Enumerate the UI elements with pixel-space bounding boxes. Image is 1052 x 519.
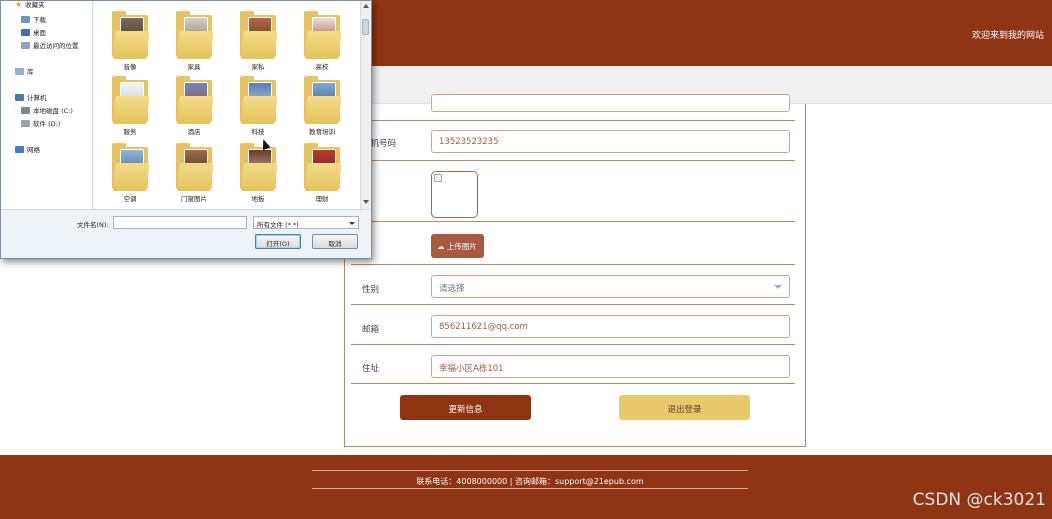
email-field[interactable]: 856211621@qq.com	[431, 315, 790, 338]
form-row-address: 住址 幸福小区A栋101	[351, 345, 795, 384]
filename-input[interactable]	[113, 216, 247, 229]
form-row-avatar	[351, 161, 795, 222]
folder-item[interactable]: 理财	[297, 139, 347, 203]
folder-item[interactable]: 酒店	[169, 72, 219, 136]
folder-item[interactable]: 教育培训	[297, 72, 347, 136]
folder-item[interactable]: 门窗图片	[169, 139, 219, 203]
chevron-down-icon	[349, 222, 355, 225]
folder-icon	[240, 163, 278, 191]
folder-icon	[304, 96, 342, 124]
nav-computer[interactable]: 计算机	[15, 92, 47, 102]
download-folder-icon	[21, 15, 30, 23]
address-label: 住址	[362, 364, 380, 374]
file-open-dialog: ★ 收藏夹 下载 桌面 最近访问的位置 库 计算机 本地磁盘 (C:) 软件 (…	[0, 0, 372, 259]
computer-icon	[15, 93, 24, 101]
avatar-image	[431, 171, 478, 218]
folder-item[interactable]: 空调	[105, 139, 155, 203]
welcome-text: 欢迎来到我的网站	[971, 31, 1044, 41]
folder-icon	[176, 163, 214, 191]
gender-label: 性别	[362, 285, 380, 295]
watermark: CSDN @ck3021	[912, 490, 1046, 510]
nav-drive-d[interactable]: 软件 (D:)	[21, 118, 60, 128]
nav-desktop[interactable]: 桌面	[21, 27, 46, 37]
nav-libraries[interactable]: 库	[15, 66, 34, 76]
folder-icon	[304, 31, 342, 59]
nav-recent[interactable]: 最近访问的位置	[21, 40, 79, 50]
folder-item[interactable]: 音像	[105, 7, 155, 71]
cancel-button[interactable]: 取消	[312, 234, 358, 249]
form-row-phone: 手机号码 13523523235	[351, 121, 795, 161]
nav-favorites[interactable]: ★ 收藏夹	[15, 0, 45, 9]
folder-icon	[112, 163, 150, 191]
form-row-email: 邮箱 856211621@qq.com	[351, 305, 795, 345]
dialog-footer: 文件名(N): 所有文件 (*.*) 打开(O) 取消	[1, 209, 371, 258]
folder-item[interactable]: 科技	[233, 72, 283, 136]
cloud-upload-icon: ☁	[437, 242, 445, 251]
star-icon: ★	[15, 0, 23, 9]
chevron-down-icon	[774, 285, 782, 289]
filename-label: 文件名(N):	[77, 221, 109, 229]
broken-image-icon	[434, 174, 442, 182]
footer-divider-bottom	[312, 488, 748, 489]
email-label: 邮箱	[362, 325, 380, 335]
network-icon	[15, 145, 24, 153]
folder-icon	[112, 31, 150, 59]
folder-item[interactable]: 地板	[233, 139, 283, 203]
folder-item[interactable]: 家私	[233, 7, 283, 71]
top-field[interactable]	[431, 94, 790, 112]
nav-drive-c[interactable]: 本地磁盘 (C:)	[21, 105, 73, 115]
scrollbar-thumb[interactable]	[362, 19, 369, 35]
folder-icon	[112, 96, 150, 124]
upload-button-label: 上传图片	[446, 242, 477, 251]
file-list-scrollbar[interactable]	[360, 1, 370, 209]
folder-icon	[176, 96, 214, 124]
phone-field[interactable]: 13523523235	[431, 130, 790, 153]
drive-icon	[21, 106, 30, 114]
form-row-gender: 性别 请选择	[351, 265, 795, 305]
folder-item[interactable]: 家具	[169, 7, 219, 71]
desktop-icon	[21, 28, 30, 36]
nav-network[interactable]: 网络	[15, 144, 40, 154]
gender-select[interactable]: 请选择	[431, 275, 790, 298]
folder-item[interactable]: 服务	[105, 72, 155, 136]
folder-icon	[240, 96, 278, 124]
open-button[interactable]: 打开(O)	[255, 234, 301, 249]
gender-select-value: 请选择	[439, 284, 465, 294]
footer-contact: 联系电话：4008000000 | 咨询邮箱：support@21epub.co…	[416, 477, 644, 486]
navigation-pane: ★ 收藏夹 下载 桌面 最近访问的位置 库 计算机 本地磁盘 (C:) 软件 (…	[1, 1, 93, 209]
folder-icon	[176, 31, 214, 59]
file-type-value: 所有文件 (*.*)	[257, 221, 299, 229]
drive-icon	[21, 119, 30, 127]
site-footer: 联系电话：4008000000 | 咨询邮箱：support@21epub.co…	[0, 455, 1052, 519]
folder-icon	[304, 163, 342, 191]
recent-places-icon	[21, 41, 30, 49]
upload-image-button[interactable]: ☁ 上传图片	[431, 234, 484, 258]
library-icon	[15, 67, 24, 75]
form-row-top	[351, 94, 795, 121]
update-info-button[interactable]: 更新信息	[400, 395, 531, 420]
profile-form: 手机号码 13523523235 ☁ 上传图片 性别 请选择 邮箱 856211…	[344, 94, 806, 447]
scroll-down-icon[interactable]	[363, 200, 369, 204]
form-row-upload: ☁ 上传图片	[351, 222, 795, 265]
scroll-up-icon[interactable]	[363, 4, 369, 8]
nav-downloads[interactable]: 下载	[21, 14, 46, 24]
address-field[interactable]: 幸福小区A栋101	[431, 355, 790, 378]
logout-button[interactable]: 退出登录	[619, 395, 750, 420]
footer-divider-top	[312, 470, 748, 471]
file-type-select[interactable]: 所有文件 (*.*)	[253, 216, 359, 229]
folder-item[interactable]: 高校	[297, 7, 347, 71]
folder-icon	[240, 31, 278, 59]
file-list: 音像 家具 家私 高校 服务 酒店 科技 教育培训 空调 门窗图片 地板 理财	[94, 1, 360, 209]
